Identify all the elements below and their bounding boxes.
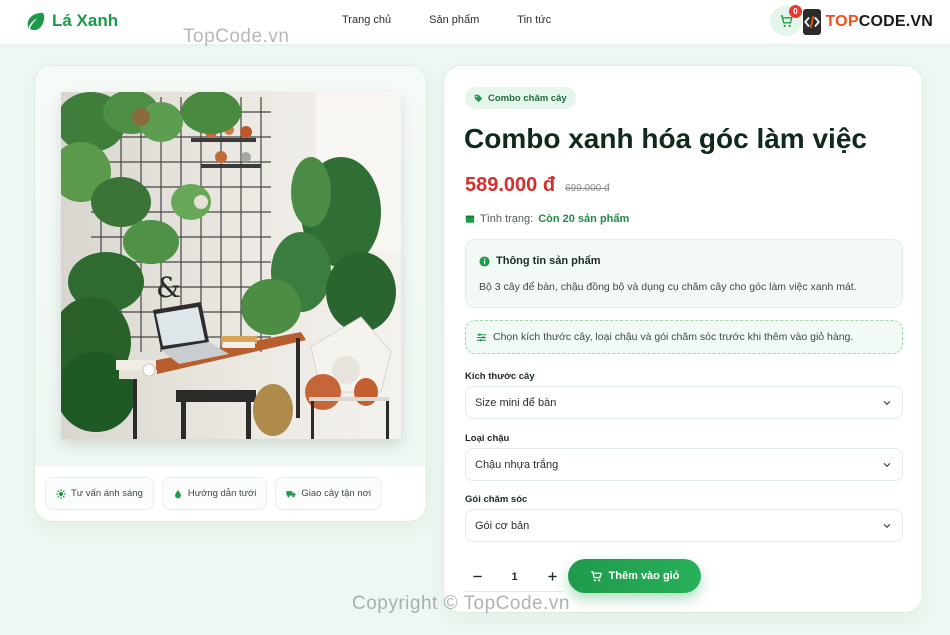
- size-select[interactable]: Size mini để bàn: [465, 386, 903, 419]
- care-select[interactable]: Gói cơ bản: [465, 509, 903, 542]
- increase-button[interactable]: [544, 569, 560, 585]
- topcode-logo-mark: [803, 9, 822, 35]
- droplet-icon: [174, 489, 181, 498]
- feature-watering: Hướng dẫn tưới: [161, 477, 268, 510]
- info-title-text: Thông tin sản phẩm: [496, 255, 601, 267]
- size-label: Kích thước cây: [465, 371, 535, 382]
- info-icon: [479, 255, 490, 267]
- cart-count-badge: 0: [789, 5, 802, 18]
- stock-status: Tình trạng: Còn 20 sản phẩm: [465, 213, 629, 225]
- code-icon: [804, 15, 821, 29]
- site-header: Lá Xanh Trang chủ Sản phẩm Tin tức 0 TOP…: [0, 0, 950, 44]
- stock-value: Còn 20 sản phẩm: [538, 213, 630, 225]
- options-hint: Chọn kích thước cây, loại chậu và gói ch…: [465, 320, 903, 354]
- category-tag[interactable]: Combo chăm cây: [465, 87, 576, 109]
- feature-label: Hướng dẫn tưới: [187, 488, 257, 499]
- pot-label: Loại chậu: [465, 433, 510, 444]
- options-hint-text: Chọn kích thước cây, loại chậu và gói ch…: [493, 331, 854, 343]
- product-price: 589.000 đ: [465, 174, 556, 196]
- topcode-brand-text: TOPCODE.VN: [825, 13, 933, 30]
- main-nav: Trang chủ Sản phẩm Tin tức: [342, 14, 589, 26]
- chevron-down-icon: [883, 400, 891, 406]
- box-icon: [465, 215, 475, 223]
- stock-label: Tình trạng:: [480, 213, 534, 225]
- feature-label: Giao cây tận nơi: [301, 488, 371, 499]
- product-title: Combo xanh hóa góc làm việc: [464, 123, 867, 154]
- feature-lighting: Tư vấn ánh sáng: [45, 477, 154, 510]
- tag-icon: [474, 94, 483, 102]
- add-to-cart-button[interactable]: Thêm vào giỏ: [568, 559, 701, 593]
- plus-icon: [547, 572, 557, 581]
- quantity-value[interactable]: 1: [511, 571, 517, 583]
- care-label: Gói chăm sóc: [465, 494, 528, 505]
- cart-button[interactable]: 0: [770, 5, 802, 36]
- logo-text: Lá Xanh: [52, 11, 119, 30]
- product-image-area: &: [35, 66, 426, 466]
- minus-icon: [472, 575, 482, 578]
- feature-delivery: Giao cây tận nơi: [275, 477, 382, 510]
- nav-products[interactable]: Sản phẩm: [429, 14, 479, 26]
- nav-news[interactable]: Tin tức: [517, 14, 551, 26]
- care-select-value: Gói cơ bản: [475, 519, 530, 532]
- pot-select[interactable]: Chậu nhựa trắng: [465, 448, 903, 481]
- info-title: Thông tin sản phẩm: [479, 255, 601, 267]
- product-info-box: Thông tin sản phẩm Bộ 3 cây để bàn, chậu…: [465, 239, 903, 308]
- decrease-button[interactable]: [469, 569, 485, 585]
- logo[interactable]: Lá Xanh: [24, 10, 118, 32]
- add-to-cart-label: Thêm vào giỏ: [608, 570, 680, 582]
- price-row: 589.000 đ 699.000 đ: [465, 174, 610, 197]
- product-old-price: 699.000 đ: [565, 183, 610, 194]
- product-info-card: Combo chăm cây Combo xanh hóa góc làm vi…: [443, 65, 923, 613]
- chevron-down-icon: [883, 523, 891, 529]
- cart-icon: [590, 570, 602, 581]
- topcode-brand-logo: TOPCODE.VN: [803, 8, 933, 36]
- nav-home[interactable]: Trang chủ: [342, 14, 391, 26]
- size-select-value: Size mini để bàn: [475, 396, 557, 409]
- category-tag-label: Combo chăm cây: [488, 92, 567, 104]
- quantity-stepper: 1: [465, 562, 564, 592]
- feature-list: Tư vấn ánh sáng Hướng dẫn tưới Giao cây …: [45, 477, 382, 510]
- sliders-icon: [476, 333, 487, 341]
- watermark-top: TopCode.vn: [183, 26, 290, 47]
- gear-icon: [56, 488, 66, 499]
- info-description: Bộ 3 cây để bàn, chậu đồng bộ và dụng cụ…: [479, 281, 857, 293]
- leaf-icon: [27, 12, 45, 31]
- product-gallery-card: & Tư vấn ánh sáng Hướng dẫn tưới Giao câ…: [34, 65, 427, 522]
- watermark-bottom: Copyright © TopCode.vn: [352, 593, 570, 614]
- truck-icon: [286, 490, 296, 498]
- chevron-down-icon: [883, 462, 891, 468]
- pot-select-value: Chậu nhựa trắng: [475, 458, 559, 471]
- feature-label: Tư vấn ánh sáng: [71, 488, 143, 499]
- svg-text:&: &: [156, 271, 181, 304]
- product-photo[interactable]: &: [61, 92, 401, 439]
